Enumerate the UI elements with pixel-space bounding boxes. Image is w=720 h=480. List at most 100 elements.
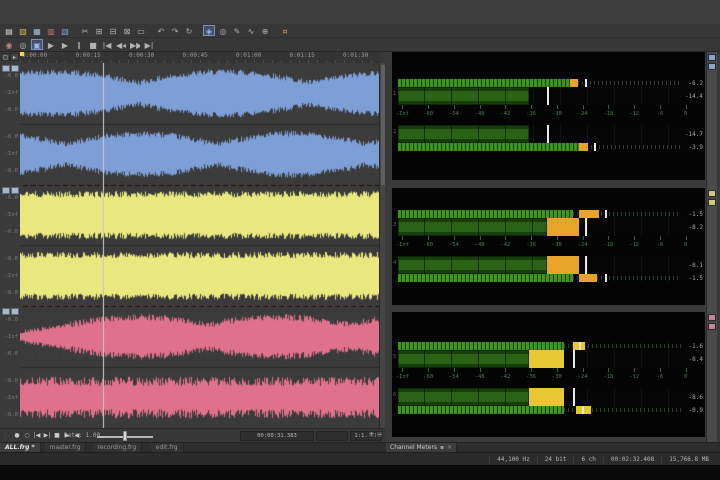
rate-slider-handle[interactable] — [123, 431, 127, 441]
record-button[interactable]: ● — [12, 431, 22, 441]
meter-scale-label: -36 — [526, 374, 536, 380]
loop-playback-icon[interactable]: ◎ — [17, 39, 29, 50]
meter-bar — [398, 87, 690, 105]
loop-button[interactable]: ○ — [22, 431, 32, 441]
meter-peak-hold — [582, 406, 584, 414]
key-lock-icon[interactable]: ¤ — [279, 25, 291, 36]
go-to-end-icon[interactable]: ▶| — [143, 39, 155, 50]
meter-scale-label: -18 — [603, 111, 613, 117]
meter-peak-hold — [579, 342, 581, 350]
pause-icon[interactable]: ‖ — [73, 39, 85, 50]
copy-icon[interactable]: ⊞ — [93, 25, 105, 36]
save-file-icon[interactable]: ▦ — [31, 25, 43, 36]
meter-fill-orange — [547, 256, 579, 274]
meter-group-button[interactable] — [708, 323, 716, 330]
meter-fill-green — [398, 87, 529, 105]
zoom-in-button[interactable]: + — [368, 431, 375, 438]
meter-channel-number: 4 — [393, 260, 396, 266]
go-to-end-button[interactable]: ▶| — [42, 431, 52, 441]
meter-group-button[interactable] — [708, 63, 716, 70]
new-file-icon[interactable]: ▤ — [3, 25, 15, 36]
meter-channel-number: 3 — [393, 222, 396, 228]
file-properties-icon[interactable]: ▥ — [45, 25, 57, 36]
zoom-tool-icon[interactable]: ⊕ — [259, 25, 271, 36]
trim-crop-icon[interactable]: ▭ — [135, 25, 147, 36]
lock-icon[interactable]: ◻ — [1, 53, 10, 61]
meter-scale-label: -36 — [526, 111, 536, 117]
magnify-tool-icon[interactable]: ◎ — [217, 25, 229, 36]
paste-icon[interactable]: ⊟ — [107, 25, 119, 36]
redo-icon[interactable]: ↷ — [169, 25, 181, 36]
zoom-out-button[interactable]: − — [376, 431, 383, 438]
timeline-label: 0:00:30 — [129, 52, 154, 59]
meter-group-button[interactable] — [708, 199, 716, 206]
pencil-tool-icon[interactable]: ✎ — [231, 25, 243, 36]
db-scale-label: -6.0 — [0, 107, 18, 113]
meters-view-icon[interactable]: ▣ — [31, 39, 43, 50]
meter-readout: -0.9 — [680, 407, 703, 414]
meter-peak-hold — [605, 274, 607, 282]
playbar-grip[interactable]: ⋮⋮ — [2, 432, 10, 440]
db-scale-label: -6.0 — [0, 195, 18, 201]
meter-readout: -1.6 — [680, 343, 703, 350]
play-reverse-button[interactable]: ◀ — [72, 431, 82, 441]
meter-scale: -Inf-60-54-48-42-36-30-24-18-12-60 — [398, 368, 690, 388]
channel-pair-button[interactable] — [2, 187, 10, 194]
forward-icon[interactable]: ▶▶ — [129, 39, 141, 50]
track-header-strip: ◻▸-6.0-Inf-6.0-6.0-Inf-6.0-6.0-Inf-6.0-6… — [0, 52, 21, 428]
go-to-start-icon[interactable]: |◀ — [101, 39, 113, 50]
toolbar-separator — [72, 25, 78, 36]
meter-fill-orange — [570, 79, 577, 87]
channel-pair-button[interactable] — [11, 308, 19, 315]
meter-group-button[interactable] — [708, 190, 716, 197]
open-file-icon[interactable]: ▨ — [17, 25, 29, 36]
selection-marker[interactable] — [20, 52, 24, 56]
stop-icon[interactable]: ■ — [87, 39, 99, 50]
meter-scale-label: -12 — [629, 111, 639, 117]
meter-peak-hold — [585, 218, 587, 236]
toolbar-separator — [196, 25, 202, 36]
cut-icon[interactable]: ✂ — [79, 25, 91, 36]
meter-scale-label: -18 — [603, 242, 613, 248]
title-bar — [0, 0, 720, 25]
channel-pair-button[interactable] — [11, 187, 19, 194]
channel-pair-button[interactable] — [2, 65, 10, 72]
rewind-icon[interactable]: ◀◀ — [115, 39, 127, 50]
meter-scale-label: -Inf — [396, 242, 409, 248]
playbar: ⋮⋮ Rate: 1.00 00:00:31.383 1:1.070 ●○|◀▶… — [0, 428, 385, 443]
envelope-tool-icon[interactable]: ∿ — [245, 25, 257, 36]
meter-scale-label: -42 — [500, 374, 510, 380]
arm-icon[interactable]: ▸ — [10, 53, 19, 61]
channel-pair-button[interactable] — [2, 308, 10, 315]
meter-bar — [398, 388, 690, 406]
meter-fill-orange — [579, 210, 599, 218]
waveform-canvas[interactable] — [20, 63, 379, 428]
record-icon[interactable]: ◉ — [3, 39, 15, 50]
open-workspace-icon[interactable]: ▧ — [59, 25, 71, 36]
status-bar: 44,100 Hz24 bit6 ch00:02:32.40815,766.8 … — [0, 452, 720, 465]
repeat-icon[interactable]: ↻ — [183, 25, 195, 36]
edit-tool-icon[interactable]: ◈ — [203, 25, 215, 36]
window-splitter[interactable] — [385, 52, 392, 442]
meter-peak-hold — [547, 87, 549, 105]
status-segment: 24 bit — [537, 456, 574, 463]
mix-icon[interactable]: ⊠ — [121, 25, 133, 36]
meter-peak-hold — [573, 350, 575, 368]
channel-pair-button[interactable] — [11, 65, 19, 72]
pin-icon[interactable]: ▪ — [440, 444, 444, 451]
status-segment: 15,766.8 MB — [661, 456, 716, 463]
meter-group-button[interactable] — [708, 314, 716, 321]
go-to-start-button[interactable]: |◀ — [32, 431, 42, 441]
meter-group-button[interactable] — [708, 54, 716, 61]
play-all-icon[interactable]: ▶ — [45, 39, 57, 50]
close-icon[interactable]: × — [447, 444, 452, 451]
meter-bar — [398, 406, 690, 414]
undo-icon[interactable]: ↶ — [155, 25, 167, 36]
meter-channel-number: 1 — [393, 91, 396, 97]
play-icon[interactable]: ▶ — [59, 39, 71, 50]
stop-button[interactable]: ■ — [52, 431, 62, 441]
play-button[interactable]: ▶ — [62, 431, 72, 441]
meter-bar — [398, 125, 690, 143]
meter-fill-green — [398, 210, 573, 218]
db-scale-label: -Inf — [0, 151, 18, 157]
